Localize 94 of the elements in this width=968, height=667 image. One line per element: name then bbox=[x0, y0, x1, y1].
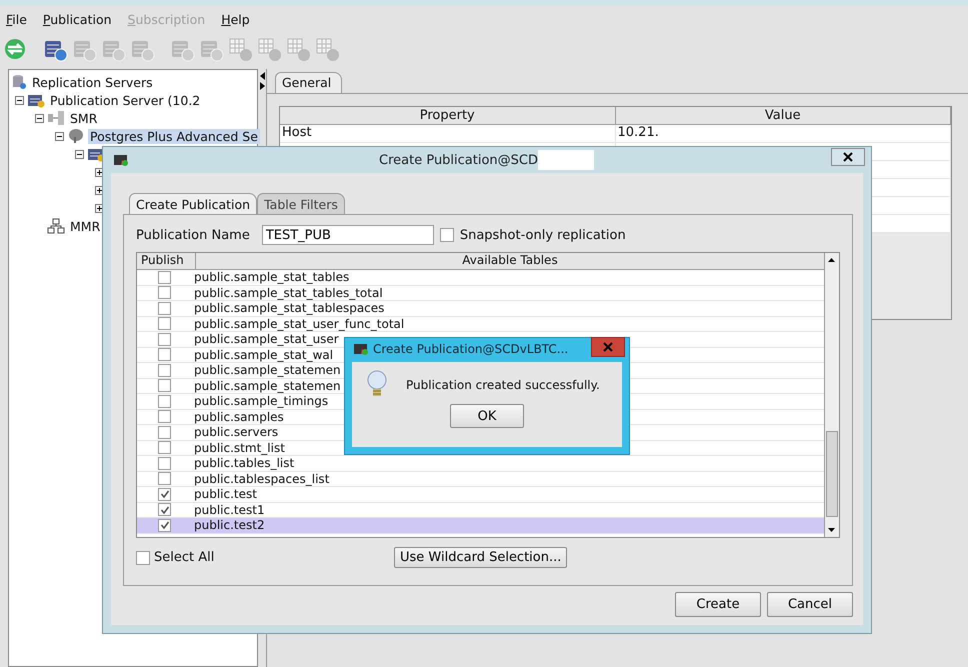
refresh-icon[interactable] bbox=[2, 36, 28, 62]
table-cell-text: public.sample_stat_wal bbox=[193, 348, 334, 362]
checkbox[interactable] bbox=[158, 302, 171, 315]
table-cell-text: public.sample_stat_user bbox=[193, 332, 339, 346]
table-row[interactable]: public.tablespaces_list bbox=[137, 472, 824, 487]
checkbox-label: Snapshot-only replication bbox=[460, 228, 626, 242]
table-row[interactable]: public.sample_stat_tables bbox=[137, 270, 824, 286]
tree-item[interactable]: SMR bbox=[68, 110, 100, 126]
close-button[interactable] bbox=[831, 148, 865, 166]
tab[interactable]: Create Publication bbox=[129, 193, 258, 214]
table-row[interactable]: public.sample_stat_tablespaces bbox=[137, 301, 824, 316]
collapse-icon[interactable] bbox=[75, 150, 84, 158]
checkbox[interactable] bbox=[158, 426, 171, 439]
table-cell-text: public.tables_list bbox=[193, 456, 294, 470]
expand-icon[interactable] bbox=[95, 168, 104, 176]
table-cell-text: public.stmt_list bbox=[193, 440, 285, 455]
table-cell-text: public.sample_timings bbox=[193, 394, 328, 408]
hierarchy-icon bbox=[47, 110, 65, 126]
checkbox[interactable] bbox=[440, 228, 454, 242]
field-label: Publication Name bbox=[136, 228, 250, 242]
collapse-icon[interactable] bbox=[15, 96, 24, 104]
tree-item[interactable]: Publication Server (10.2 bbox=[48, 92, 202, 108]
ok-button[interactable]: OK bbox=[450, 404, 524, 428]
menu-item[interactable]: Help bbox=[221, 12, 250, 26]
column-header[interactable]: Property bbox=[280, 107, 616, 124]
column-header[interactable]: Value bbox=[616, 107, 951, 124]
table-cell-text: public.sample_stat_user_func_total bbox=[193, 316, 404, 331]
checkbox[interactable] bbox=[158, 410, 171, 424]
table-cell: Host bbox=[280, 125, 616, 142]
table-cell-text: public.servers bbox=[193, 425, 278, 440]
checkbox[interactable] bbox=[158, 270, 171, 284]
dialog-button[interactable]: Create bbox=[675, 592, 761, 617]
close-icon bbox=[603, 342, 613, 352]
table-cell-text: public.sample_stat_tables bbox=[193, 270, 350, 284]
column-header[interactable]: Available Tables bbox=[196, 253, 824, 269]
checkbox-label: Select All bbox=[154, 550, 214, 565]
menu-item[interactable]: File bbox=[6, 12, 27, 26]
app-icon bbox=[353, 342, 369, 356]
checkbox[interactable] bbox=[158, 317, 171, 330]
splitter-arrows-icon[interactable] bbox=[258, 71, 266, 91]
table-cell-text: public.test1 bbox=[193, 502, 265, 517]
checkbox[interactable] bbox=[158, 348, 171, 362]
tree-item[interactable]: MMR bbox=[68, 218, 102, 234]
app-icon bbox=[113, 153, 129, 167]
checkbox[interactable] bbox=[158, 488, 171, 501]
table-cell-text: public.test bbox=[193, 487, 257, 502]
table-cell-text: public.sample_stat_tablespaces bbox=[193, 301, 384, 316]
network-icon bbox=[47, 218, 65, 234]
table-cell-text: public.sample_statemen bbox=[193, 378, 341, 393]
checkbox[interactable] bbox=[158, 518, 171, 532]
table-row[interactable]: public.test2 bbox=[137, 518, 824, 534]
server-icon bbox=[87, 146, 105, 162]
checkbox[interactable] bbox=[158, 394, 171, 408]
checkbox[interactable] bbox=[158, 286, 171, 300]
expand-icon[interactable] bbox=[95, 186, 104, 194]
redaction-block bbox=[538, 150, 594, 170]
tab[interactable]: Table Filters bbox=[257, 193, 345, 214]
database-icon bbox=[11, 74, 27, 90]
table-row[interactable]: public.sample_stat_tables_total bbox=[137, 286, 824, 301]
window-title: Create Publication@SCD bbox=[379, 152, 538, 168]
column-header[interactable]: Publish bbox=[137, 253, 196, 269]
table-cell-text: public.test2 bbox=[193, 518, 265, 532]
server-icon bbox=[27, 92, 45, 108]
collapse-icon[interactable] bbox=[35, 114, 44, 122]
message-text: Publication created successfully. bbox=[406, 378, 600, 392]
dialog-button[interactable]: Cancel bbox=[767, 592, 853, 617]
table-cell-text: public.tablespaces_list bbox=[193, 472, 330, 486]
checkbox[interactable] bbox=[158, 441, 171, 454]
tree-item[interactable]: Replication Servers bbox=[30, 74, 155, 90]
table-cell-text: public.samples bbox=[193, 410, 284, 424]
elephant-icon bbox=[67, 128, 85, 144]
table-row[interactable]: public.test bbox=[137, 487, 824, 502]
table-row[interactable]: public.sample_stat_user_func_total bbox=[137, 316, 824, 332]
close-icon bbox=[843, 152, 853, 162]
menu-item[interactable]: Publication bbox=[42, 12, 112, 26]
checkbox[interactable] bbox=[158, 472, 171, 486]
table-cell: 10.21. bbox=[616, 125, 951, 142]
tree-item[interactable]: Postgres Plus Advanced Se bbox=[88, 128, 260, 144]
scroll-thumb[interactable] bbox=[826, 431, 838, 517]
tab[interactable]: General bbox=[275, 72, 342, 93]
scrollbar[interactable] bbox=[824, 253, 839, 537]
checkbox[interactable] bbox=[158, 456, 171, 470]
table-row[interactable]: public.tables_list bbox=[137, 456, 824, 472]
checkbox[interactable] bbox=[136, 550, 150, 564]
checkbox[interactable] bbox=[158, 364, 171, 377]
table-cell-text: public.sample_stat_tables_total bbox=[193, 286, 383, 300]
collapse-icon[interactable] bbox=[55, 132, 64, 140]
checkbox[interactable] bbox=[158, 379, 171, 392]
checkbox[interactable] bbox=[158, 503, 171, 516]
input-field[interactable]: TEST_PUB bbox=[262, 225, 434, 245]
wildcard-button[interactable]: Use Wildcard Selection... bbox=[394, 547, 568, 568]
table-cell-text: public.sample_statemen bbox=[193, 363, 341, 378]
expand-icon[interactable] bbox=[95, 204, 104, 212]
checkbox[interactable] bbox=[158, 332, 171, 346]
